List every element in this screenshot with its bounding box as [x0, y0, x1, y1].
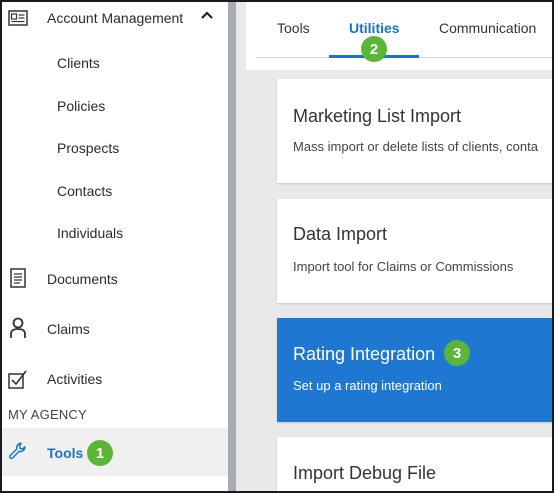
card-description: Mass import or delete lists of clients, … [293, 139, 538, 154]
document-icon [8, 268, 28, 288]
step-badge: 2 [361, 36, 387, 62]
sidebar-item-label: Account Management [47, 10, 184, 26]
card-title: Rating Integration [293, 344, 436, 364]
card-description: Import tool for Claims or Commissions [293, 259, 514, 274]
card-rating-integration[interactable]: Rating Integration 3 Set up a rating int… [277, 318, 552, 422]
card-data-import[interactable]: Data Import Import tool for Claims or Co… [277, 199, 552, 303]
sidebar-item-label: Activities [47, 371, 103, 387]
sidebar: Account Management Clients Policies Pros… [2, 2, 228, 491]
sidebar-item-label: Documents [47, 271, 118, 287]
card-description: Set up a rating integration [293, 378, 442, 393]
tab-tools[interactable]: Tools [277, 20, 310, 36]
sidebar-item-tools[interactable]: Tools 1 [2, 428, 228, 476]
step-badge: 3 [444, 340, 470, 366]
sidebar-item-prospects[interactable]: Prospects [57, 140, 119, 156]
checkbox-icon [8, 369, 28, 389]
sidebar-item-contacts[interactable]: Contacts [57, 183, 112, 199]
sidebar-item-policies[interactable]: Policies [57, 98, 105, 114]
person-icon [8, 317, 28, 338]
sidebar-item-label: Tools [47, 445, 84, 461]
card-title: Data Import [293, 224, 388, 244]
app-window: Account Management Clients Policies Pros… [0, 0, 554, 493]
sidebar-splitter[interactable] [228, 2, 236, 491]
card-import-debug-file[interactable]: Import Debug File [277, 437, 552, 491]
tab-utilities[interactable]: Utilities [349, 20, 400, 36]
card-marketing-list-import[interactable]: Marketing List Import Mass import or del… [277, 79, 552, 183]
main-content: Tools Utilities Communication 2 Marketin… [236, 2, 552, 491]
sidebar-item-label: Claims [47, 321, 90, 337]
wrench-icon [8, 441, 28, 461]
sidebar-item-clients[interactable]: Clients [57, 55, 100, 71]
step-badge: 1 [87, 440, 113, 466]
contact-card-icon [8, 8, 28, 28]
card-title: Marketing List Import [293, 106, 462, 126]
sidebar-item-individuals[interactable]: Individuals [57, 225, 123, 241]
sidebar-item-activities[interactable]: Activities [2, 364, 228, 392]
section-heading-my-agency: MY AGENCY [8, 407, 87, 422]
chevron-up-icon[interactable] [200, 8, 214, 27]
card-title: Import Debug File [293, 463, 437, 483]
sidebar-item-documents[interactable]: Documents [2, 264, 228, 292]
sidebar-item-account-management[interactable]: Account Management [2, 6, 228, 30]
tab-communication[interactable]: Communication [439, 20, 536, 36]
sidebar-item-claims[interactable]: Claims [2, 314, 228, 342]
tab-bar: Tools Utilities Communication 2 [246, 2, 552, 70]
